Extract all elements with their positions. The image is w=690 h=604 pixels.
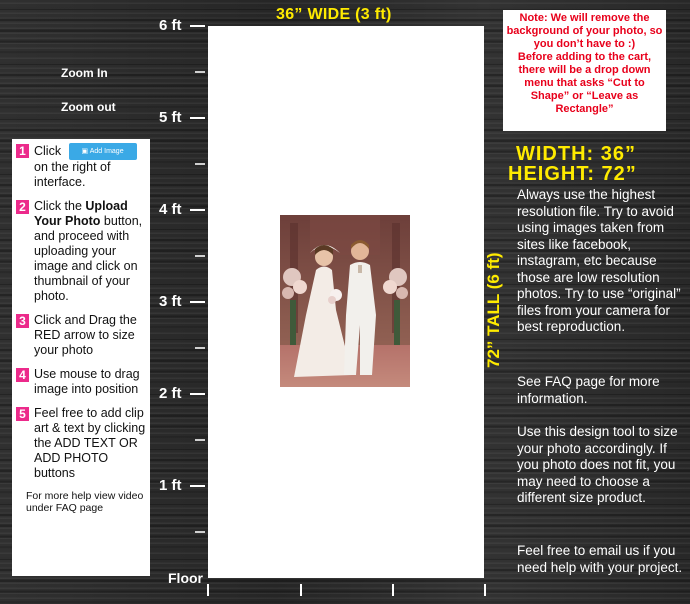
ruler-tick — [195, 255, 205, 257]
instruction-step-2: 2 Click the Upload Your Photo button, an… — [16, 199, 146, 304]
email-tip: Feel free to email us if you need help w… — [517, 543, 683, 575]
instruction-step-4: 4 Use mouse to drag image into position — [16, 367, 146, 397]
ruler-label-3ft: 3 ft — [159, 293, 182, 310]
resolution-tip: Always use the highest resolution file. … — [517, 187, 681, 334]
faq-tip: See FAQ page for more information. — [517, 374, 660, 406]
height-title: 72” TALL (6 ft) — [484, 252, 503, 368]
bottom-ruler-tick — [484, 584, 486, 596]
step-text: Click and Drag the RED arrow to size you… — [34, 313, 137, 357]
width-title: 36” WIDE (3 ft) — [276, 6, 392, 23]
ruler-tick — [195, 347, 205, 349]
image-icon: ▣ — [81, 148, 89, 155]
ruler-tick — [195, 163, 205, 165]
bottom-ruler-tick — [392, 584, 394, 596]
instruction-step-5: 5 Feel free to add clip art & text by cl… — [16, 406, 146, 481]
instruction-step-3: 3 Click and Drag the RED arrow to size y… — [16, 313, 146, 358]
ruler-tick — [190, 301, 205, 303]
step-text: Use mouse to drag image into position — [34, 367, 140, 396]
uploaded-photo[interactable] — [280, 215, 410, 387]
ruler-tick — [190, 117, 205, 119]
step-number: 1 — [16, 144, 29, 158]
zoom-in-button[interactable]: Zoom In — [61, 66, 108, 80]
step-number: 2 — [16, 200, 29, 214]
bottom-ruler-tick — [207, 584, 209, 596]
wedding-photo-image — [280, 215, 410, 387]
step-number: 5 — [16, 407, 29, 421]
note-line-1: Note: We will remove the background of y… — [506, 12, 663, 50]
ruler-tick — [195, 71, 205, 73]
instruction-step-1: 1 Click ▣ Add Image on the right of inte… — [16, 143, 146, 190]
ruler-label-5ft: 5 ft — [159, 109, 182, 126]
ruler-tick — [195, 531, 205, 533]
add-image-button[interactable]: ▣ Add Image — [68, 143, 137, 160]
ruler-label-6ft: 6 ft — [159, 17, 182, 34]
note-line-2: Before adding to the cart, there will be… — [517, 51, 652, 115]
ruler-label-2ft: 2 ft — [159, 385, 182, 402]
step-text: Click — [34, 143, 62, 158]
sizing-tip: Use this design tool to size your photo … — [517, 424, 678, 505]
height-dimension: HEIGHT: 72” — [508, 163, 637, 185]
ruler-tick — [190, 485, 205, 487]
ruler-tick — [195, 439, 205, 441]
step-text: on the right of interface. — [34, 160, 111, 189]
zoom-out-button[interactable]: Zoom out — [61, 100, 116, 114]
instructions-panel: 1 Click ▣ Add Image on the right of inte… — [12, 139, 150, 576]
add-image-label: Add Image — [89, 148, 124, 155]
background-removal-note: Note: We will remove the background of y… — [503, 10, 666, 131]
ruler-tick — [190, 393, 205, 395]
step-text: Feel free to add clip art & text by clic… — [34, 406, 146, 480]
step-number: 3 — [16, 314, 29, 328]
ruler-tick — [190, 25, 205, 27]
step-number: 4 — [16, 368, 29, 382]
ruler-label-4ft: 4 ft — [159, 201, 182, 218]
floor-label: Floor — [168, 570, 203, 586]
bottom-ruler-tick — [300, 584, 302, 596]
step-text: Click the — [34, 199, 86, 213]
ruler-tick — [190, 209, 205, 211]
ruler-label-1ft: 1 ft — [159, 477, 182, 494]
faq-help-note: For more help view video under FAQ page — [26, 490, 144, 514]
